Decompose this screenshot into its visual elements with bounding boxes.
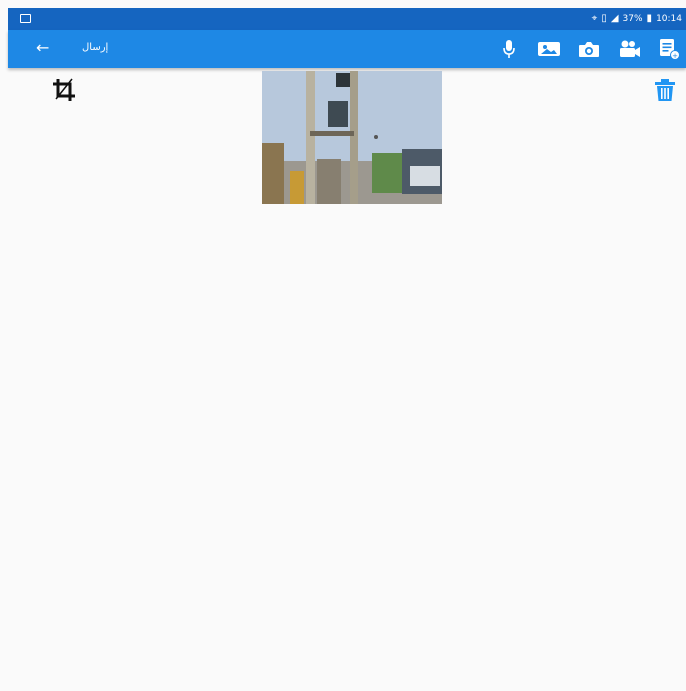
trash-icon[interactable] xyxy=(654,78,676,102)
clock: 10:14 xyxy=(656,14,682,24)
crop-icon[interactable] xyxy=(52,78,76,102)
status-icons: ⌖ ▯ ◢ 37% ▮ 10:14 xyxy=(592,8,682,30)
status-bar: ⌖ ▯ ◢ 37% ▮ 10:14 xyxy=(8,8,686,30)
gallery-icon[interactable] xyxy=(536,36,562,62)
camera-icon[interactable] xyxy=(576,36,602,62)
attached-photo[interactable] xyxy=(262,71,442,204)
svg-text:+: + xyxy=(672,52,678,60)
image-editor xyxy=(8,68,686,691)
video-camera-icon[interactable] xyxy=(616,36,642,62)
attach-document-icon[interactable]: + xyxy=(656,36,682,62)
battery-icon: ▮ xyxy=(646,13,653,24)
notification-icon xyxy=(20,14,31,23)
location-icon: ⌖ xyxy=(591,13,598,24)
app-bar: ← إرسال + xyxy=(8,30,686,68)
vibrate-icon: ▯ xyxy=(601,13,607,24)
toolbar-actions: + xyxy=(496,30,682,68)
microphone-icon[interactable] xyxy=(496,36,522,62)
page-title: إرسال xyxy=(82,42,109,53)
arrow-back-icon[interactable]: ← xyxy=(36,39,49,57)
signal-icon: ◢ xyxy=(610,13,619,24)
battery-text: 37% xyxy=(622,14,643,24)
